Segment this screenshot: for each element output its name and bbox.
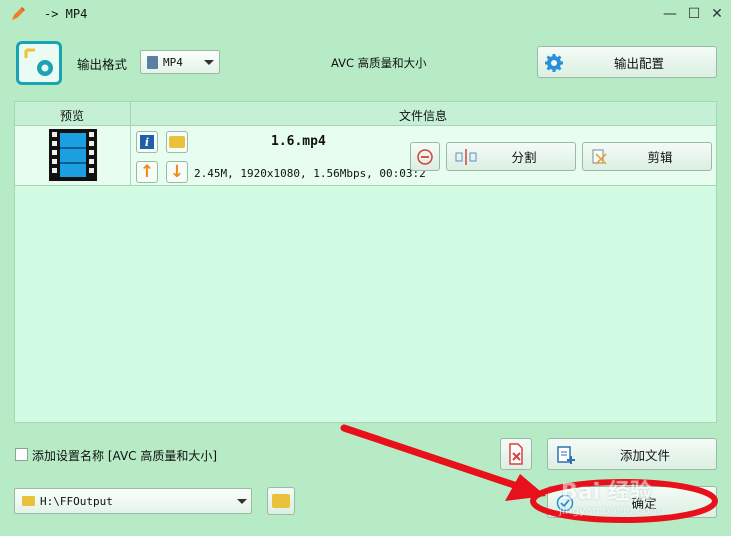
add-file-icon	[557, 446, 575, 464]
open-folder-button[interactable]	[166, 131, 188, 153]
browse-folder-button[interactable]	[267, 487, 295, 515]
file-details: 2.45M, 1920x1080, 1.56Mbps, 00:03:2	[194, 167, 426, 180]
col-preview-header: 预览	[60, 109, 85, 123]
folder-icon	[22, 496, 35, 506]
format-select[interactable]: MP4	[140, 50, 220, 74]
close-button[interactable]: ✕	[707, 4, 727, 24]
file-list-panel: 预览 文件信息 i ↑ ↓ 1.6.mp4 2.45M, 1920x1080, …	[14, 101, 717, 423]
output-format-label: 输出格式	[77, 57, 128, 72]
add-file-label: 添加文件	[619, 447, 670, 463]
folder-icon	[272, 494, 290, 508]
split-button[interactable]: 分割	[446, 142, 576, 171]
cut-button[interactable]: 剪辑	[582, 142, 712, 171]
col-fileinfo-header: 文件信息	[399, 109, 448, 123]
output-config-label: 输出配置	[613, 55, 664, 71]
remove-button[interactable]	[410, 142, 440, 171]
gear-icon	[545, 54, 563, 72]
file-type-icon	[147, 56, 158, 69]
split-icon	[455, 149, 477, 165]
minimize-button[interactable]: —	[660, 4, 680, 24]
output-path-value: H:\FFOutput	[40, 495, 113, 508]
format-icon	[16, 41, 62, 85]
check-icon	[556, 494, 574, 512]
file-name: 1.6.mp4	[271, 134, 326, 149]
header-divider	[130, 102, 131, 126]
maximize-button[interactable]: ☐	[684, 4, 704, 24]
chevron-down-icon	[204, 60, 214, 65]
arrow-up-icon: ↑	[139, 162, 155, 182]
add-file-button[interactable]: 添加文件	[547, 438, 717, 470]
folder-icon	[169, 136, 185, 148]
cut-label: 剪辑	[647, 150, 673, 165]
window-title: -> MP4	[44, 7, 88, 21]
split-label: 分割	[511, 150, 537, 165]
annotation-arrow-head	[505, 474, 546, 501]
quality-text: AVC 高质量和大小	[331, 56, 427, 70]
app-pencil-icon	[12, 7, 25, 20]
ok-button[interactable]: 确定	[547, 486, 717, 518]
chevron-down-icon	[237, 499, 247, 504]
add-setting-checkbox[interactable]	[15, 448, 28, 461]
arrow-down-icon: ↓	[169, 162, 185, 182]
move-down-button[interactable]: ↓	[166, 161, 188, 183]
clear-list-icon	[509, 443, 523, 465]
clear-list-button[interactable]	[500, 438, 532, 470]
annotation-arrow-shaft	[340, 424, 524, 491]
info-icon: i	[140, 135, 154, 149]
format-select-value: MP4	[163, 56, 183, 69]
add-setting-label: 添加设置名称 [AVC 高质量和大小]	[32, 449, 218, 463]
ok-label: 确定	[631, 495, 657, 511]
info-button[interactable]: i	[136, 131, 158, 153]
move-up-button[interactable]: ↑	[136, 161, 158, 183]
video-thumbnail-icon	[49, 129, 97, 181]
table-header: 预览 文件信息	[15, 102, 716, 126]
table-row[interactable]: i ↑ ↓ 1.6.mp4 2.45M, 1920x1080, 1.56Mbps…	[15, 126, 716, 186]
remove-icon	[417, 148, 433, 165]
output-config-button[interactable]: 输出配置	[537, 46, 717, 78]
output-path-select[interactable]: H:\FFOutput	[14, 488, 252, 514]
title-bar: -> MP4 — ☐ ✕	[0, 0, 731, 28]
cut-icon	[592, 149, 607, 165]
